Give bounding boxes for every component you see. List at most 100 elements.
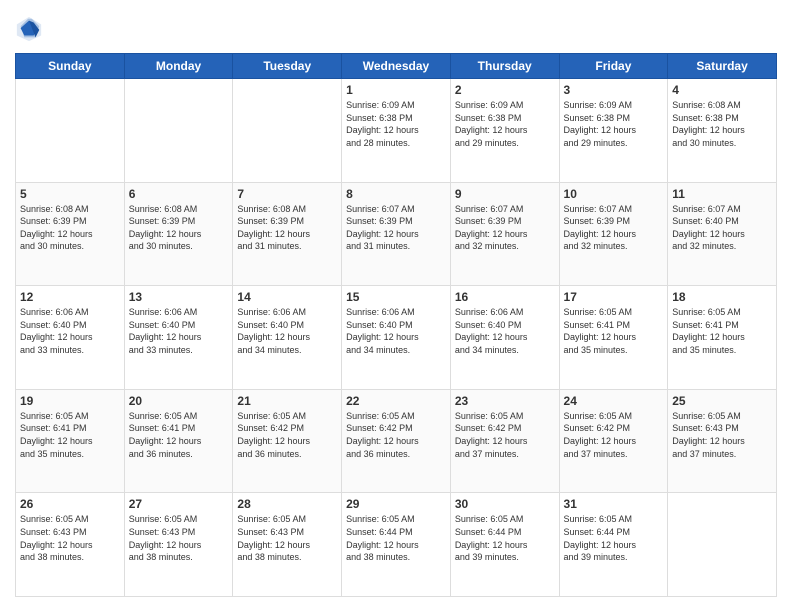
day-cell-11: 11 Sunrise: 6:07 AM Sunset: 6:40 PM Dayli…	[668, 182, 777, 286]
empty-cell	[124, 79, 233, 183]
week-row-5: 26 Sunrise: 6:05 AM Sunset: 6:43 PM Dayli…	[16, 493, 777, 597]
day-number: 25	[672, 394, 772, 408]
weekday-tuesday: Tuesday	[233, 54, 342, 79]
day-number: 12	[20, 290, 120, 304]
cell-info: Sunrise: 6:05 AM Sunset: 6:41 PM Dayligh…	[564, 306, 664, 356]
day-cell-24: 24Sunrise: 6:05 AM Sunset: 6:42 PM Dayli…	[559, 389, 668, 493]
weekday-wednesday: Wednesday	[342, 54, 451, 79]
weekday-monday: Monday	[124, 54, 233, 79]
cell-info: Sunrise: 6:06 AM Sunset: 6:40 PM Dayligh…	[129, 306, 229, 356]
weekday-header-row: SundayMondayTuesdayWednesdayThursdayFrid…	[16, 54, 777, 79]
cell-info: Sunrise: 6:07 AM Sunset: 6:39 PM Dayligh…	[564, 203, 664, 253]
day-number: 8	[346, 187, 446, 201]
page: SundayMondayTuesdayWednesdayThursdayFrid…	[0, 0, 792, 612]
cell-info: Sunrise: 6:07 AM Sunset: 6:40 PM Dayligh…	[672, 203, 772, 253]
cell-info: Sunrise: 6:05 AM Sunset: 6:43 PM Dayligh…	[129, 513, 229, 563]
cell-info: Sunrise: 6:08 AM Sunset: 6:39 PM Dayligh…	[237, 203, 337, 253]
day-number: 18	[672, 290, 772, 304]
cell-info: Sunrise: 6:09 AM Sunset: 6:38 PM Dayligh…	[346, 99, 446, 149]
week-row-1: 1 Sunrise: 6:09 AM Sunset: 6:38 PM Daylig…	[16, 79, 777, 183]
day-number: 7	[237, 187, 337, 201]
cell-info: Sunrise: 6:05 AM Sunset: 6:42 PM Dayligh…	[455, 410, 555, 460]
cell-info: Sunrise: 6:08 AM Sunset: 6:39 PM Dayligh…	[20, 203, 120, 253]
day-number: 30	[455, 497, 555, 511]
cell-info: Sunrise: 6:07 AM Sunset: 6:39 PM Dayligh…	[346, 203, 446, 253]
day-cell-22: 22 Sunrise: 6:05 AM Sunset: 6:42 PM Dayli…	[342, 389, 451, 493]
day-cell-12: 12 Sunrise: 6:06 AM Sunset: 6:40 PM Dayli…	[16, 286, 125, 390]
cell-info: Sunrise: 6:06 AM Sunset: 6:40 PM Dayligh…	[20, 306, 120, 356]
day-cell-14: 14 Sunrise: 6:06 AM Sunset: 6:40 PM Dayli…	[233, 286, 342, 390]
cell-info: Sunrise: 6:06 AM Sunset: 6:40 PM Dayligh…	[346, 306, 446, 356]
day-cell-21: 21 Sunrise: 6:05 AM Sunset: 6:42 PM Dayli…	[233, 389, 342, 493]
day-number: 11	[672, 187, 772, 201]
day-number: 21	[237, 394, 337, 408]
calendar-table: SundayMondayTuesdayWednesdayThursdayFrid…	[15, 53, 777, 597]
day-number: 28	[237, 497, 337, 511]
day-number: 27	[129, 497, 229, 511]
day-number: 1	[346, 83, 446, 97]
day-number: 6	[129, 187, 229, 201]
day-cell-8: 8 Sunrise: 6:07 AM Sunset: 6:39 PM Daylig…	[342, 182, 451, 286]
day-number: 31	[564, 497, 664, 511]
day-cell-3: 3 Sunrise: 6:09 AM Sunset: 6:38 PM Daylig…	[559, 79, 668, 183]
cell-info: Sunrise: 6:05 AM Sunset: 6:41 PM Dayligh…	[129, 410, 229, 460]
day-cell-17: 17 Sunrise: 6:05 AM Sunset: 6:41 PM Dayli…	[559, 286, 668, 390]
day-cell-7: 7 Sunrise: 6:08 AM Sunset: 6:39 PM Daylig…	[233, 182, 342, 286]
cell-info: Sunrise: 6:05 AM Sunset: 6:41 PM Dayligh…	[672, 306, 772, 356]
week-row-2: 5 Sunrise: 6:08 AM Sunset: 6:39 PM Daylig…	[16, 182, 777, 286]
day-number: 23	[455, 394, 555, 408]
day-cell-26: 26Sunrise: 6:05 AM Sunset: 6:43 PM Dayli…	[16, 493, 125, 597]
week-row-4: 19 Sunrise: 6:05 AM Sunset: 6:41 PM Dayli…	[16, 389, 777, 493]
cell-info: Sunrise: 6:06 AM Sunset: 6:40 PM Dayligh…	[455, 306, 555, 356]
day-number: 9	[455, 187, 555, 201]
day-number: 29	[346, 497, 446, 511]
cell-info: Sunrise: 6:05 AM Sunset: 6:42 PM Dayligh…	[346, 410, 446, 460]
week-row-3: 12 Sunrise: 6:06 AM Sunset: 6:40 PM Dayli…	[16, 286, 777, 390]
day-cell-29: 29Sunrise: 6:05 AM Sunset: 6:44 PM Dayli…	[342, 493, 451, 597]
day-number: 22	[346, 394, 446, 408]
weekday-sunday: Sunday	[16, 54, 125, 79]
cell-info: Sunrise: 6:08 AM Sunset: 6:38 PM Dayligh…	[672, 99, 772, 149]
day-number: 4	[672, 83, 772, 97]
day-number: 19	[20, 394, 120, 408]
cell-info: Sunrise: 6:08 AM Sunset: 6:39 PM Dayligh…	[129, 203, 229, 253]
cell-info: Sunrise: 6:05 AM Sunset: 6:43 PM Dayligh…	[672, 410, 772, 460]
day-cell-30: 30 Sunrise: 6:05 AM Sunset: 6:44 PM Dayli…	[450, 493, 559, 597]
day-number: 16	[455, 290, 555, 304]
day-number: 3	[564, 83, 664, 97]
cell-info: Sunrise: 6:05 AM Sunset: 6:44 PM Dayligh…	[564, 513, 664, 563]
day-cell-23: 23 Sunrise: 6:05 AM Sunset: 6:42 PM Dayli…	[450, 389, 559, 493]
cell-info: Sunrise: 6:06 AM Sunset: 6:40 PM Dayligh…	[237, 306, 337, 356]
day-cell-31: 31 Sunrise: 6:05 AM Sunset: 6:44 PM Dayli…	[559, 493, 668, 597]
day-cell-4: 4 Sunrise: 6:08 AM Sunset: 6:38 PM Daylig…	[668, 79, 777, 183]
day-cell-25: 25 Sunrise: 6:05 AM Sunset: 6:43 PM Dayli…	[668, 389, 777, 493]
day-number: 2	[455, 83, 555, 97]
cell-info: Sunrise: 6:05 AM Sunset: 6:42 PM Dayligh…	[237, 410, 337, 460]
cell-info: Sunrise: 6:05 AM Sunset: 6:44 PM Dayligh…	[455, 513, 555, 563]
empty-cell	[668, 493, 777, 597]
day-cell-18: 18 Sunrise: 6:05 AM Sunset: 6:41 PM Dayli…	[668, 286, 777, 390]
day-number: 20	[129, 394, 229, 408]
day-cell-19: 19Sunrise: 6:05 AM Sunset: 6:41 PM Dayli…	[16, 389, 125, 493]
day-cell-27: 27 Sunrise: 6:05 AM Sunset: 6:43 PM Dayli…	[124, 493, 233, 597]
day-number: 14	[237, 290, 337, 304]
day-number: 5	[20, 187, 120, 201]
logo-icon	[15, 15, 43, 43]
weekday-friday: Friday	[559, 54, 668, 79]
day-cell-28: 28 Sunrise: 6:05 AM Sunset: 6:43 PM Dayli…	[233, 493, 342, 597]
cell-info: Sunrise: 6:05 AM Sunset: 6:43 PM Dayligh…	[237, 513, 337, 563]
day-number: 10	[564, 187, 664, 201]
cell-info: Sunrise: 6:09 AM Sunset: 6:38 PM Dayligh…	[564, 99, 664, 149]
day-cell-20: 20 Sunrise: 6:05 AM Sunset: 6:41 PM Dayli…	[124, 389, 233, 493]
empty-cell	[16, 79, 125, 183]
weekday-saturday: Saturday	[668, 54, 777, 79]
empty-cell	[233, 79, 342, 183]
cell-info: Sunrise: 6:07 AM Sunset: 6:39 PM Dayligh…	[455, 203, 555, 253]
day-cell-2: 2 Sunrise: 6:09 AM Sunset: 6:38 PM Daylig…	[450, 79, 559, 183]
day-cell-10: 10 Sunrise: 6:07 AM Sunset: 6:39 PM Dayli…	[559, 182, 668, 286]
cell-info: Sunrise: 6:09 AM Sunset: 6:38 PM Dayligh…	[455, 99, 555, 149]
weekday-thursday: Thursday	[450, 54, 559, 79]
day-number: 17	[564, 290, 664, 304]
day-number: 26	[20, 497, 120, 511]
day-cell-6: 6 Sunrise: 6:08 AM Sunset: 6:39 PM Daylig…	[124, 182, 233, 286]
